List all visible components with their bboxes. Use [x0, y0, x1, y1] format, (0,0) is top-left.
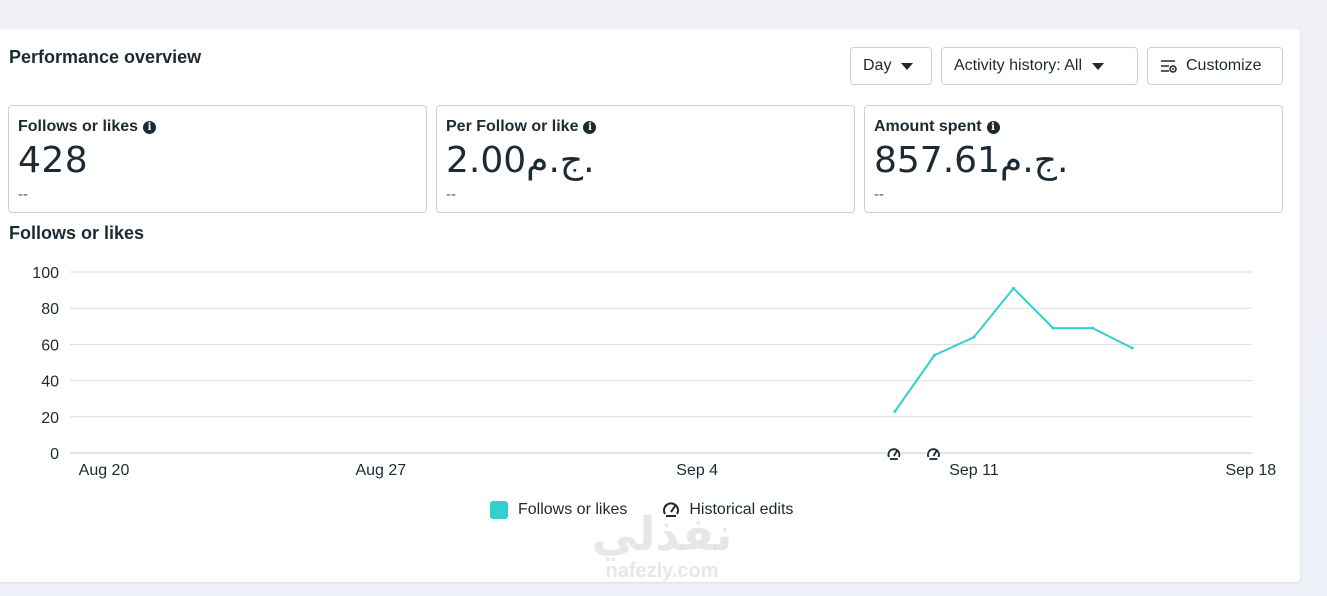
- data-point: [1012, 286, 1016, 290]
- y-tick-label: 40: [41, 374, 59, 391]
- x-tick-label: Sep 18: [1225, 462, 1276, 479]
- legend-item-follows[interactable]: Follows or likes: [490, 501, 627, 519]
- series-line: [894, 287, 1133, 412]
- legend-label: Follows or likes: [518, 501, 628, 518]
- y-tick-label: 20: [41, 410, 59, 427]
- x-tick-label: Aug 27: [355, 462, 406, 479]
- x-tick-label: Sep 11: [949, 462, 999, 479]
- y-tick-label: 100: [32, 265, 59, 282]
- chart-legend: Follows or likes Historical edits: [490, 500, 827, 520]
- data-point: [972, 335, 976, 339]
- gauge-edit-icon: [663, 502, 680, 517]
- legend-swatch: [490, 501, 508, 519]
- y-tick-label: 80: [41, 301, 59, 318]
- legend-label: Historical edits: [689, 501, 794, 518]
- y-tick-label: 60: [41, 337, 59, 354]
- y-tick-label: 0: [50, 446, 59, 463]
- data-point: [1051, 326, 1055, 330]
- historical-edit-marker-icon[interactable]: [886, 447, 901, 461]
- x-tick-label: Sep 4: [676, 462, 718, 479]
- legend-item-historical-edits[interactable]: Historical edits: [661, 500, 793, 520]
- data-point: [893, 409, 897, 413]
- x-tick-label: Aug 20: [79, 462, 130, 479]
- historical-edit-marker-icon[interactable]: [926, 447, 941, 461]
- data-point: [932, 353, 936, 357]
- data-point: [1130, 346, 1134, 350]
- data-point: [1091, 326, 1095, 330]
